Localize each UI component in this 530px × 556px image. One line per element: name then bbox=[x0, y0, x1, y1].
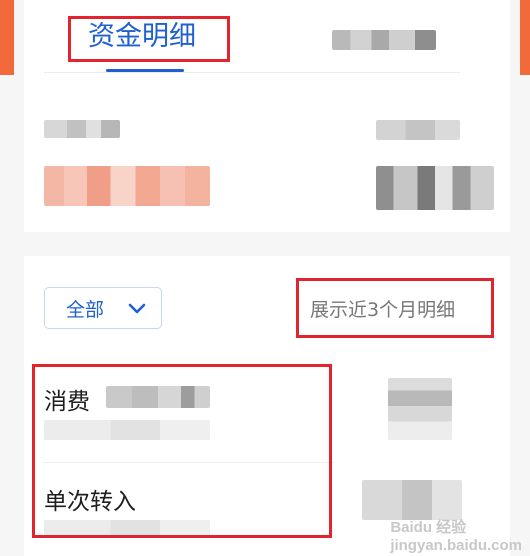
filter-dropdown[interactable]: 全部 bbox=[44, 287, 162, 329]
obscured-transaction-amount bbox=[388, 378, 452, 440]
obscured-header-value bbox=[332, 30, 436, 50]
obscured-transaction-subtext bbox=[44, 420, 210, 440]
orange-right-edge bbox=[520, 0, 530, 75]
obscured-transaction-detail bbox=[106, 386, 210, 408]
obscured-transaction-amount bbox=[362, 480, 462, 520]
obscured-account-amount bbox=[376, 166, 494, 210]
obscured-transaction-subtext bbox=[44, 520, 210, 538]
chevron-down-icon bbox=[128, 303, 146, 314]
watermark-brand: Baidu 经验 bbox=[390, 519, 467, 536]
filter-label: 全部 bbox=[66, 298, 105, 321]
obscured-account-name bbox=[44, 166, 210, 206]
watermark: Baidu 经验 jingyan.baidu.com bbox=[390, 516, 522, 554]
tab-fund-details[interactable]: 资金明细 bbox=[88, 18, 196, 56]
orange-left-edge bbox=[0, 0, 14, 75]
tab-divider bbox=[44, 72, 460, 73]
watermark-url: jingyan.baidu.com bbox=[390, 537, 522, 554]
row-divider bbox=[44, 462, 334, 463]
obscured-account-label bbox=[44, 120, 120, 138]
transaction-title-consume[interactable]: 消费 bbox=[44, 382, 90, 416]
obscured-account-balance bbox=[376, 120, 460, 140]
transaction-title-transfer-in[interactable]: 单次转入 bbox=[44, 482, 136, 516]
date-range-note: 展示近3个月明细 bbox=[310, 299, 456, 321]
